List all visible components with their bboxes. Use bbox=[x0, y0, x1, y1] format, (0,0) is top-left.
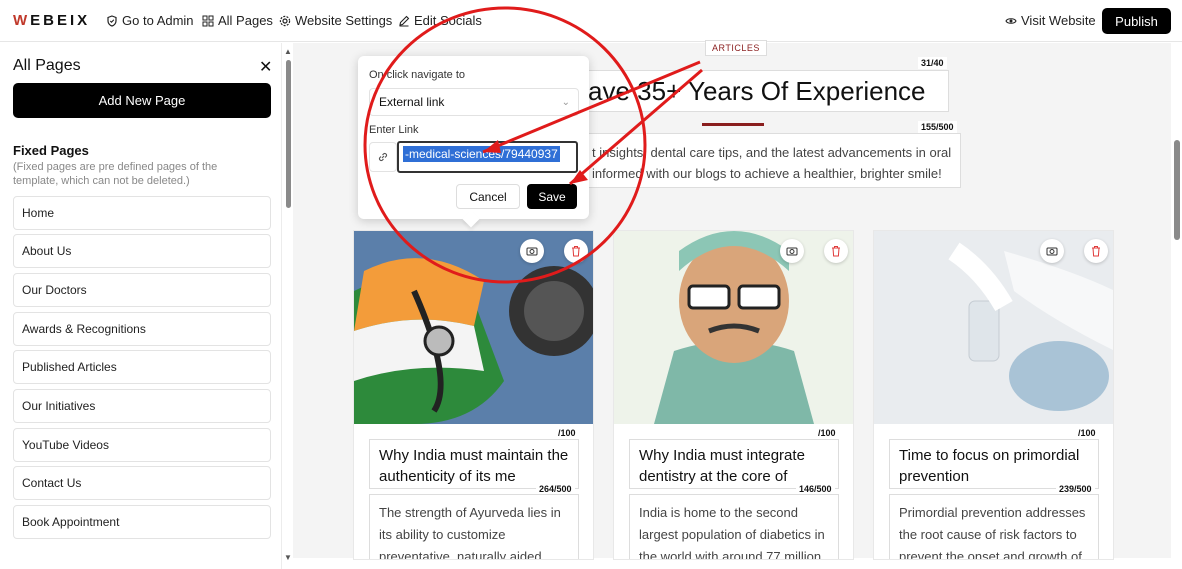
link-settings-popover: On click navigate to External link ⌄ Ent… bbox=[358, 56, 589, 219]
save-button[interactable]: Save bbox=[527, 184, 577, 209]
link-url-input[interactable]: -medical-sciences/79440937 bbox=[397, 141, 578, 173]
shield-icon bbox=[107, 14, 117, 27]
article-title-field[interactable]: Time to focus on primordial prevention bbox=[889, 439, 1099, 489]
sidebar-item-published-articles[interactable]: Published Articles bbox=[13, 350, 271, 384]
sidebar-title: All Pages bbox=[13, 57, 81, 74]
camera-icon[interactable] bbox=[1040, 239, 1064, 263]
visit-website-link[interactable]: Visit Website bbox=[1005, 13, 1096, 28]
gear-icon bbox=[279, 15, 291, 26]
article-title-field[interactable]: Why India must maintain the authenticity… bbox=[369, 439, 579, 489]
sidebar-item-our-doctors[interactable]: Our Doctors bbox=[13, 273, 271, 307]
scroll-down-icon[interactable]: ▼ bbox=[284, 553, 292, 562]
close-icon[interactable]: ✕ bbox=[259, 57, 272, 77]
visit-website-label: Visit Website bbox=[1021, 13, 1096, 28]
grid-icon bbox=[202, 15, 214, 26]
link-icon bbox=[369, 142, 397, 172]
article-text-field[interactable]: The strength of Ayurveda lies in its abi… bbox=[369, 494, 579, 559]
title-char-counter: /100 bbox=[1075, 427, 1099, 439]
edit-socials-link[interactable]: Edit Socials bbox=[398, 13, 482, 28]
logo: WEBEIX bbox=[13, 12, 91, 29]
section-tag[interactable]: ARTICLES bbox=[705, 40, 767, 56]
article-image[interactable] bbox=[614, 231, 854, 424]
article-card: /100 Why India must maintain the authent… bbox=[353, 230, 594, 560]
all-pages-sidebar: All Pages ✕ Add New Page Fixed Pages (Fi… bbox=[0, 43, 282, 569]
sidebar-item-our-initiatives[interactable]: Our Initiatives bbox=[13, 389, 271, 423]
navigate-type-select[interactable]: External link ⌄ bbox=[369, 88, 579, 116]
all-pages-link[interactable]: All Pages bbox=[202, 13, 273, 28]
section-description-field[interactable]: t insights, dental care tips, and the la… bbox=[583, 133, 961, 188]
pencil-icon bbox=[399, 15, 410, 26]
article-title-field[interactable]: Why India must integrate dentistry at th… bbox=[629, 439, 839, 489]
fixed-pages-heading: Fixed Pages bbox=[13, 143, 89, 158]
article-card: /100 Why India must integrate dentistry … bbox=[613, 230, 854, 560]
trash-icon[interactable] bbox=[824, 239, 848, 263]
fixed-pages-note: (Fixed pages are pre defined pages of th… bbox=[13, 161, 218, 187]
heading-underline bbox=[702, 123, 764, 126]
add-new-page-button[interactable]: Add New Page bbox=[13, 83, 271, 118]
title-char-counter: /100 bbox=[815, 427, 839, 439]
website-settings-link[interactable]: Website Settings bbox=[279, 13, 392, 28]
heading-char-counter: 31/40 bbox=[918, 57, 947, 69]
sidebar-item-book-appointment[interactable]: Book Appointment bbox=[13, 505, 271, 539]
article-card: /100 Time to focus on primordial prevent… bbox=[873, 230, 1114, 560]
go-to-admin-link[interactable]: Go to Admin bbox=[106, 13, 194, 28]
cancel-button[interactable]: Cancel bbox=[456, 184, 520, 209]
sidebar-item-contact-us[interactable]: Contact Us bbox=[13, 466, 271, 500]
title-char-counter: /100 bbox=[555, 427, 579, 439]
link-url-selected-text: -medical-sciences/79440937 bbox=[403, 146, 560, 162]
desc-char-counter: 155/500 bbox=[918, 121, 957, 133]
all-pages-label: All Pages bbox=[218, 13, 273, 28]
navigate-label: On click navigate to bbox=[369, 69, 465, 81]
article-image[interactable] bbox=[874, 231, 1114, 424]
camera-icon[interactable] bbox=[780, 239, 804, 263]
chevron-down-icon: ⌄ bbox=[561, 97, 570, 108]
scroll-up-icon[interactable]: ▲ bbox=[284, 47, 292, 56]
main-scrollbar[interactable] bbox=[1174, 140, 1180, 240]
desc-line-2: informed with our blogs to achieve a hea… bbox=[592, 166, 942, 181]
sidebar-item-home[interactable]: Home bbox=[13, 196, 271, 230]
publish-button[interactable]: Publish bbox=[1102, 8, 1171, 34]
article-text-field[interactable]: Primordial prevention addresses the root… bbox=[889, 494, 1099, 559]
article-image[interactable] bbox=[354, 231, 594, 424]
sidebar-scrollbar[interactable] bbox=[286, 60, 291, 208]
top-bar: WEBEIX Go to Admin All Pages Website Set… bbox=[0, 0, 1182, 42]
eye-icon bbox=[1005, 17, 1017, 24]
go-to-admin-label: Go to Admin bbox=[122, 13, 194, 28]
article-text-field[interactable]: India is home to the second largest popu… bbox=[629, 494, 839, 559]
trash-icon[interactable] bbox=[564, 239, 588, 263]
desc-line-1: t insights, dental care tips, and the la… bbox=[592, 145, 952, 160]
camera-icon[interactable] bbox=[520, 239, 544, 263]
website-settings-label: Website Settings bbox=[295, 13, 393, 28]
sidebar-item-about-us[interactable]: About Us bbox=[13, 234, 271, 268]
enter-link-label: Enter Link bbox=[369, 124, 419, 136]
section-heading-field[interactable]: ave 35+ Years Of Experience bbox=[583, 70, 949, 112]
select-value: External link bbox=[379, 95, 445, 109]
edit-socials-label: Edit Socials bbox=[414, 13, 482, 28]
sidebar-item-youtube-videos[interactable]: YouTube Videos bbox=[13, 428, 271, 462]
sidebar-item-awards[interactable]: Awards & Recognitions bbox=[13, 312, 271, 346]
trash-icon[interactable] bbox=[1084, 239, 1108, 263]
